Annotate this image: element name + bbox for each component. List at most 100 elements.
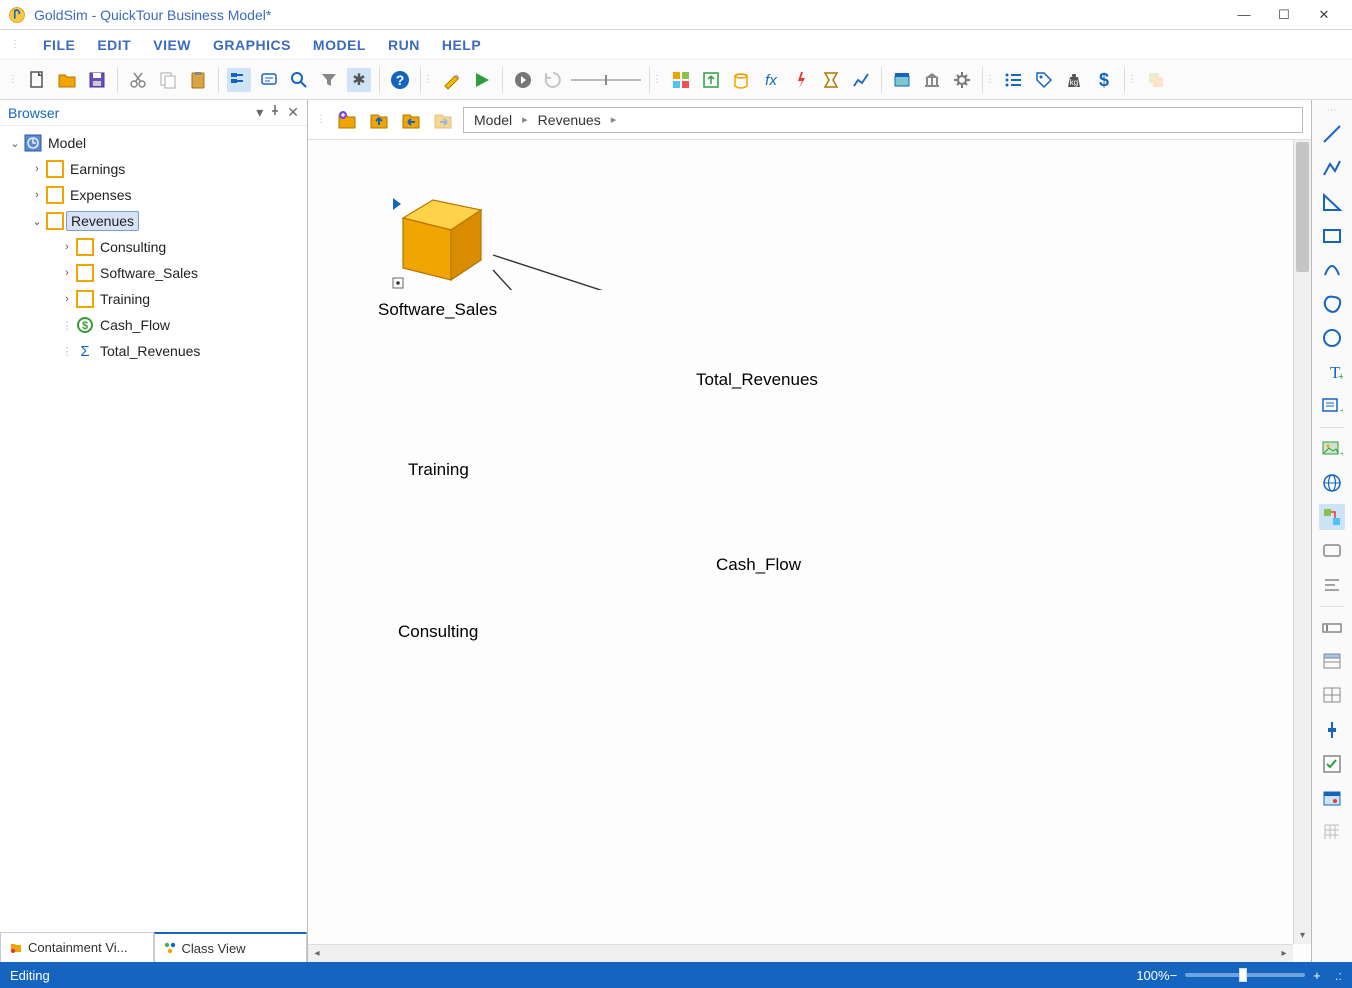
scroll-right-icon[interactable]: ▸ [1275, 945, 1293, 962]
settings-button[interactable]: ✱ [347, 68, 371, 92]
container-button[interactable] [729, 68, 753, 92]
save-button[interactable] [85, 68, 109, 92]
menu-view[interactable]: VIEW [153, 37, 191, 53]
align-tool-button[interactable] [1319, 572, 1345, 598]
rect-tool-button[interactable] [1319, 223, 1345, 249]
export-button[interactable] [699, 68, 723, 92]
gear-button[interactable] [950, 68, 974, 92]
polyline-tool-button[interactable] [1319, 155, 1345, 181]
edit-mode-button[interactable] [440, 68, 464, 92]
open-file-button[interactable] [55, 68, 79, 92]
curve-tool-button[interactable] [1319, 257, 1345, 283]
model-tree[interactable]: ⌄ Model › Earnings › Expenses ⌄ Revenues… [0, 126, 307, 932]
collapse-icon[interactable]: ⌄ [30, 215, 44, 228]
nav-parent-button[interactable] [367, 108, 391, 132]
ellipse-tool-button[interactable] [1319, 325, 1345, 351]
tree-node-total-revenues[interactable]: ⋮ Σ Total_Revenues [2, 338, 305, 364]
browser-toggle-button[interactable] [227, 68, 251, 92]
zoom-in-button[interactable]: + [1313, 968, 1321, 983]
menu-model[interactable]: MODEL [313, 37, 366, 53]
zoom-slider-track[interactable] [1185, 973, 1305, 977]
step-forward-button[interactable] [511, 68, 535, 92]
run-button[interactable] [470, 68, 494, 92]
tree-node-revenues[interactable]: ⌄ Revenues [2, 208, 305, 234]
time-slider[interactable] [571, 79, 641, 81]
function-button[interactable]: fx [759, 68, 783, 92]
diagram-canvas[interactable]: Σ $ [308, 140, 608, 290]
filter-button[interactable] [317, 68, 341, 92]
expand-icon[interactable]: › [60, 241, 74, 253]
maximize-button[interactable]: ☐ [1264, 7, 1304, 23]
scroll-down-icon[interactable]: ▾ [1294, 926, 1311, 944]
institution-button[interactable] [920, 68, 944, 92]
checkbox-tool-button[interactable] [1319, 751, 1345, 777]
breadcrumb[interactable]: Model ▸ Revenues ▸ [463, 107, 1303, 133]
zoom-slider-thumb[interactable] [1239, 968, 1247, 982]
layers-button[interactable] [1144, 68, 1168, 92]
calendar-tool-button[interactable] [1319, 785, 1345, 811]
new-file-button[interactable] [25, 68, 49, 92]
breadcrumb-item-model[interactable]: Model [474, 112, 512, 128]
panel-tool-button[interactable] [1319, 538, 1345, 564]
panel-pin-icon[interactable] [269, 104, 281, 121]
vslider-tool-button[interactable] [1319, 717, 1345, 743]
tree-node-consulting[interactable]: › Consulting [2, 234, 305, 260]
node-software-sales[interactable] [403, 200, 481, 280]
close-button[interactable]: ✕ [1304, 7, 1344, 23]
menu-file[interactable]: FILE [43, 37, 75, 53]
text-tool-button[interactable]: T+ [1319, 359, 1345, 385]
event-button[interactable] [789, 68, 813, 92]
note-button[interactable] [257, 68, 281, 92]
cut-button[interactable] [126, 68, 150, 92]
tree-node-expenses[interactable]: › Expenses [2, 182, 305, 208]
menu-run[interactable]: RUN [388, 37, 420, 53]
minimize-button[interactable]: — [1224, 7, 1264, 22]
tab-class-view[interactable]: Class View [154, 932, 308, 962]
zoom-control[interactable]: − + [1170, 968, 1321, 983]
help-button[interactable]: ? [388, 68, 412, 92]
tree-node-training[interactable]: › Training [2, 286, 305, 312]
tab-containment-view[interactable]: Containment Vi... [0, 932, 154, 962]
resize-grip-icon[interactable]: .: [1335, 968, 1342, 983]
currency-button[interactable]: $ [1092, 68, 1116, 92]
copy-button[interactable] [156, 68, 180, 92]
nav-back-button[interactable] [399, 108, 423, 132]
tree-node-model[interactable]: ⌄ Model [2, 130, 305, 156]
image-tool-button[interactable]: + [1319, 436, 1345, 462]
line-tool-button[interactable] [1319, 121, 1345, 147]
nav-up-button[interactable] [335, 108, 359, 132]
panel-close-icon[interactable]: ✕ [287, 104, 299, 121]
menu-graphics[interactable]: GRAPHICS [213, 37, 291, 53]
grid-panel-tool-button[interactable] [1319, 683, 1345, 709]
tree-node-cash-flow[interactable]: ⋮ $ Cash_Flow [2, 312, 305, 338]
stock-button[interactable] [890, 68, 914, 92]
snap-tool-button[interactable] [1319, 504, 1345, 530]
expand-icon[interactable]: › [60, 293, 74, 305]
table-tool-button[interactable] [1319, 649, 1345, 675]
tree-node-software-sales[interactable]: › Software_Sales [2, 260, 305, 286]
result-chart-button[interactable] [849, 68, 873, 92]
delay-button[interactable] [819, 68, 843, 92]
expand-icon[interactable]: › [30, 163, 44, 175]
vertical-scrollbar[interactable]: ▴ ▾ [1293, 140, 1311, 944]
menu-edit[interactable]: EDIT [97, 37, 131, 53]
nav-forward-button[interactable] [431, 108, 455, 132]
breadcrumb-item-revenues[interactable]: Revenues [538, 112, 601, 128]
text-frame-tool-button[interactable]: + [1319, 393, 1345, 419]
paste-button[interactable] [186, 68, 210, 92]
horizontal-scrollbar[interactable]: ◂ ▸ [308, 944, 1293, 962]
collapse-icon[interactable]: ⌄ [8, 137, 22, 150]
expand-icon[interactable]: › [60, 267, 74, 279]
list-button[interactable] [1002, 68, 1026, 92]
tag-button[interactable] [1032, 68, 1056, 92]
panel-dropdown-icon[interactable]: ▾ [256, 104, 263, 121]
blob-tool-button[interactable] [1319, 291, 1345, 317]
input-tool-button[interactable] [1319, 615, 1345, 641]
expand-icon[interactable]: › [30, 189, 44, 201]
grid-tool-button[interactable] [1319, 819, 1345, 845]
zoom-out-button[interactable]: − [1170, 968, 1178, 983]
triangle-tool-button[interactable] [1319, 189, 1345, 215]
scroll-thumb[interactable] [1296, 142, 1309, 272]
refresh-button[interactable] [541, 68, 565, 92]
hyperlink-tool-button[interactable] [1319, 470, 1345, 496]
